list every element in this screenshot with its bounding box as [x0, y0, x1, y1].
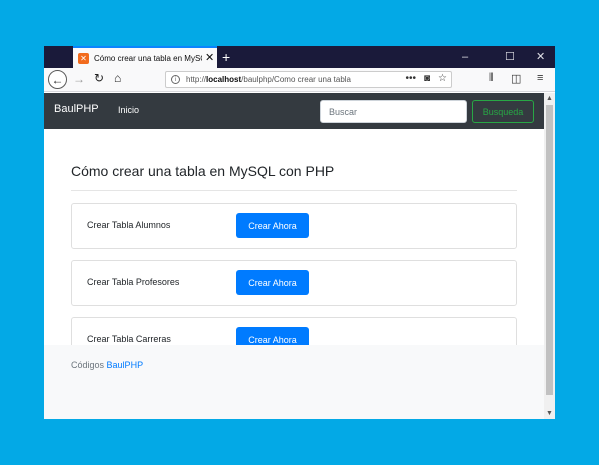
search-input[interactable] [320, 100, 467, 123]
card-label: Crear Tabla Carreras [87, 334, 171, 344]
pocket-icon[interactable]: ◙ [424, 73, 430, 84]
card-alumnos: Crear Tabla Alumnos Crear Ahora [71, 203, 517, 249]
home-icon[interactable]: ⌂ [114, 71, 121, 85]
close-tab-icon[interactable]: ✕ [205, 52, 214, 64]
footer-text: Códigos BaulPHP [71, 360, 144, 370]
scroll-up-icon[interactable]: ▲ [544, 93, 555, 104]
footer-link[interactable]: BaulPHP [107, 360, 144, 370]
minimize-icon[interactable]: – [462, 50, 468, 64]
card-label: Crear Tabla Alumnos [87, 220, 171, 230]
scroll-thumb[interactable] [546, 105, 553, 395]
address-bar[interactable]: i http://localhost/baulphp/Como crear un… [165, 71, 452, 88]
tab-strip: ✕ Cómo crear una tabla en MySQL ✕ + – ☐ … [44, 46, 555, 68]
crear-ahora-button[interactable]: Crear Ahora [236, 213, 309, 238]
vertical-scrollbar[interactable]: ▲ ▼ [544, 93, 555, 419]
footer: Códigos BaulPHP [44, 345, 544, 419]
reload-icon[interactable]: ↻ [94, 71, 104, 85]
url-text: http://localhost/baulphp/Como crear una … [186, 75, 351, 84]
more-icon[interactable]: ••• [405, 73, 416, 84]
browser-toolbar: ← → ↻ ⌂ i http://localhost/baulphp/Como … [44, 68, 555, 92]
scroll-down-icon[interactable]: ▼ [544, 408, 555, 419]
menu-icon[interactable]: ≡ [537, 72, 543, 84]
library-icon[interactable]: ⫴ [489, 72, 494, 85]
info-icon[interactable]: i [171, 75, 180, 84]
browser-tab[interactable]: ✕ Cómo crear una tabla en MySQL ✕ [73, 46, 217, 68]
page-viewport: BaulPHP Inicio Busqueda Cómo crear una t… [44, 93, 555, 419]
new-tab-icon[interactable]: + [222, 49, 230, 65]
close-window-icon[interactable]: ✕ [536, 50, 545, 64]
xampp-icon: ✕ [78, 52, 89, 64]
forward-arrow-icon[interactable]: → [73, 72, 85, 86]
nav-link-inicio[interactable]: Inicio [118, 105, 139, 115]
page-title: Cómo crear una tabla en MySQL con PHP [71, 163, 335, 179]
bookmark-star-icon[interactable]: ☆ [438, 73, 447, 84]
card-profesores: Crear Tabla Profesores Crear Ahora [71, 260, 517, 306]
brand-logo[interactable]: BaulPHP [54, 103, 99, 115]
search-button[interactable]: Busqueda [472, 100, 534, 123]
back-arrow-icon[interactable]: ← [48, 70, 67, 89]
divider [71, 190, 517, 191]
sidebar-icon[interactable]: ◫ [511, 72, 521, 85]
maximize-icon[interactable]: ☐ [505, 50, 515, 64]
tab-title: Cómo crear una tabla en MySQL [94, 53, 202, 63]
card-label: Crear Tabla Profesores [87, 277, 180, 287]
crear-ahora-button[interactable]: Crear Ahora [236, 270, 309, 295]
browser-window: ✕ Cómo crear una tabla en MySQL ✕ + – ☐ … [44, 46, 555, 419]
site-navbar: BaulPHP Inicio Busqueda [44, 93, 544, 129]
